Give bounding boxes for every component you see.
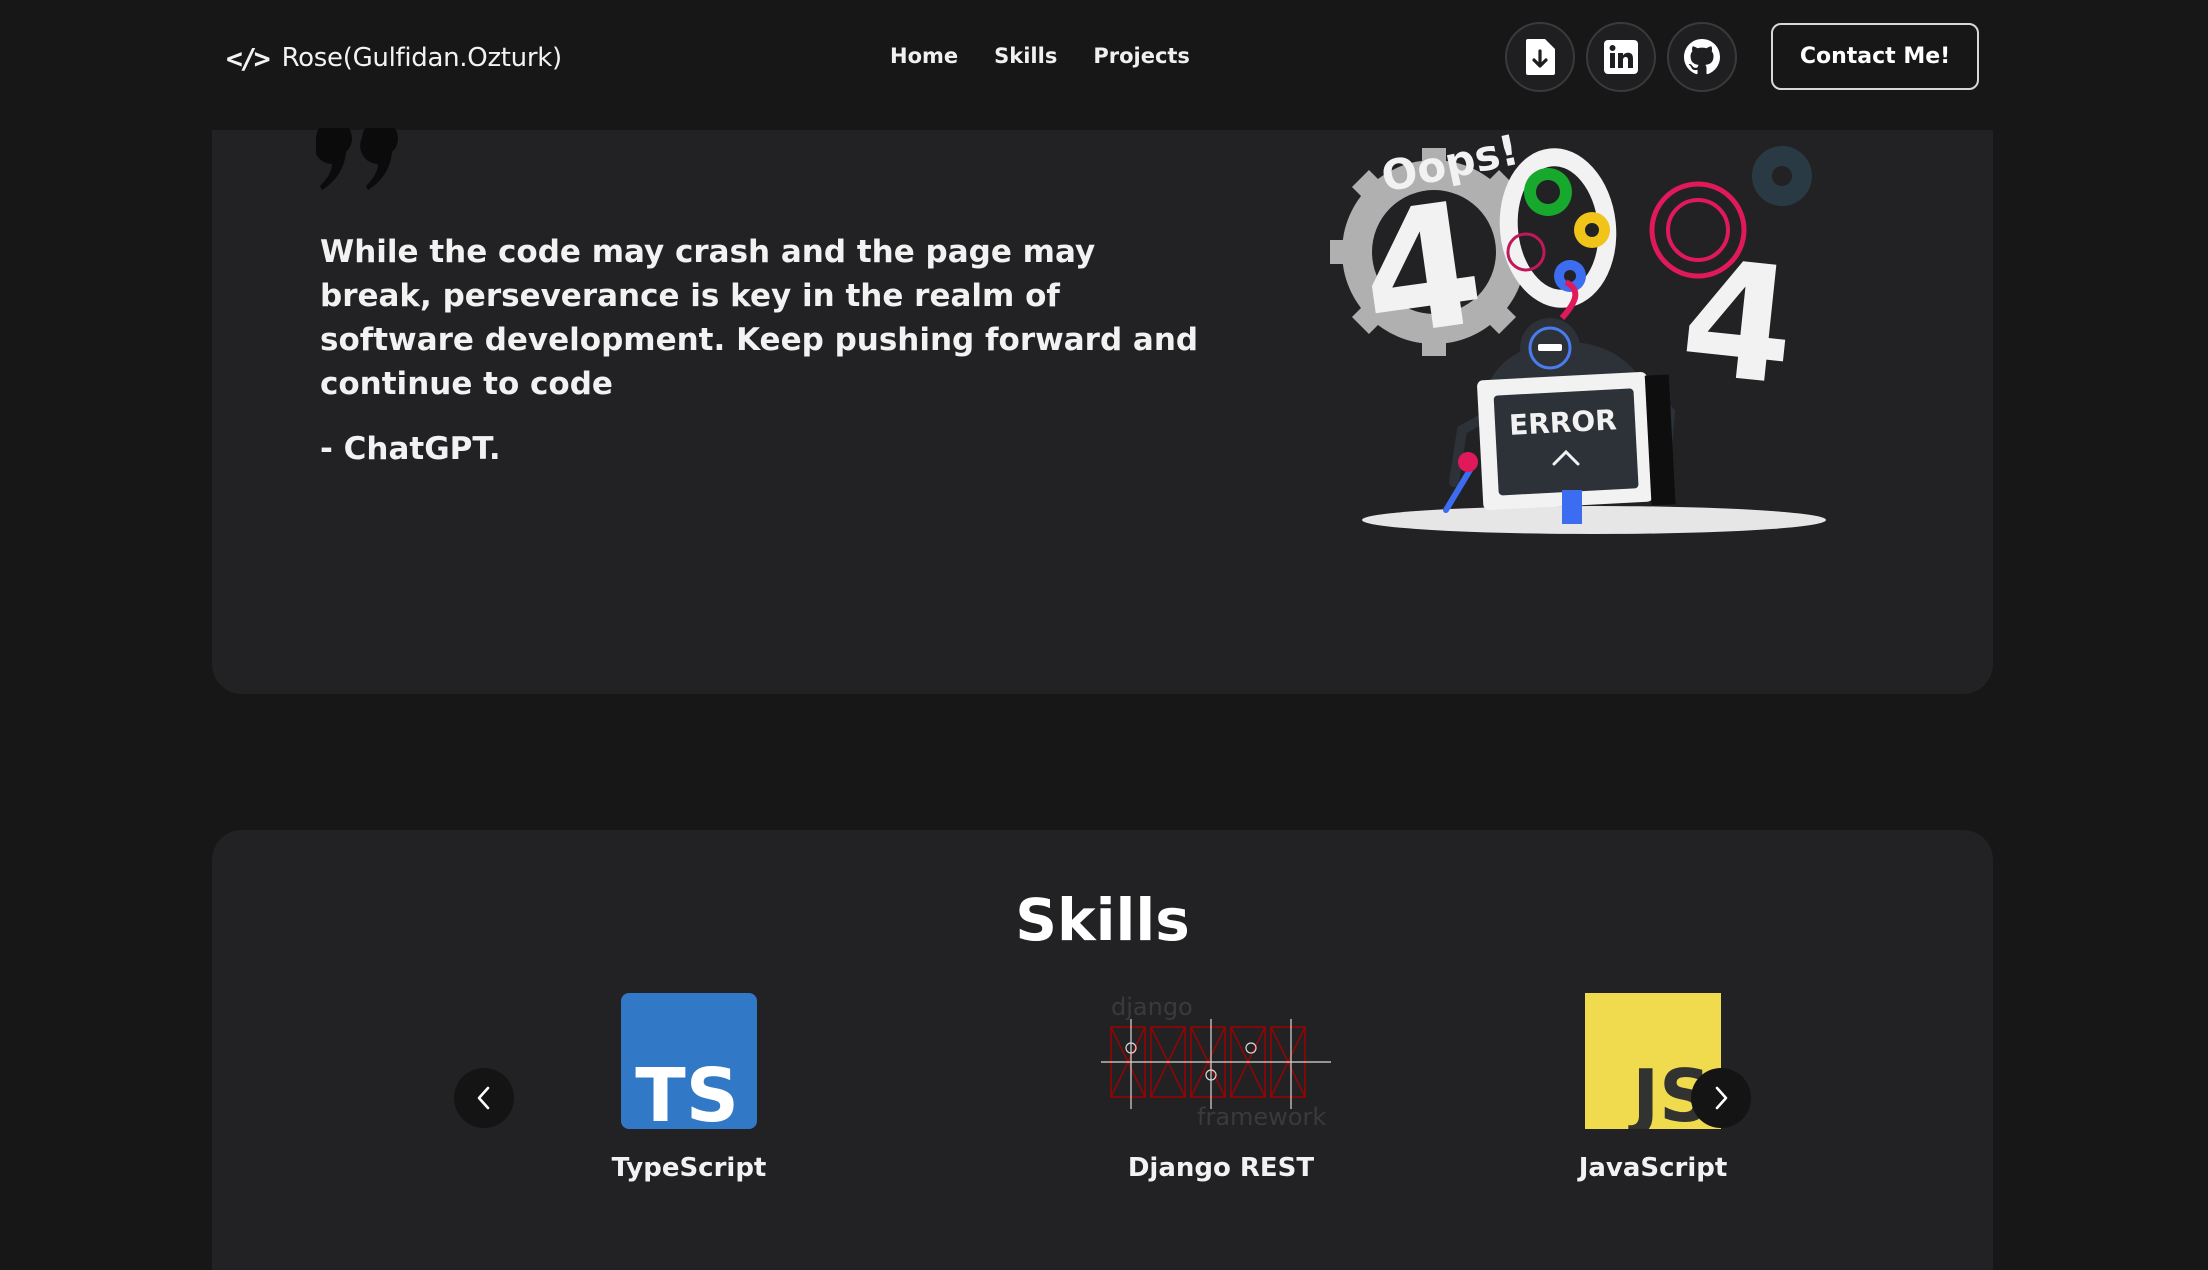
error-404-illustration: 4 4 ERROR Oops! bbox=[1330, 130, 1826, 534]
svg-text:ERROR: ERROR bbox=[1508, 403, 1617, 442]
django-rest-logo-icon: django framework bbox=[1101, 993, 1331, 1129]
svg-text:framework: framework bbox=[1197, 1103, 1326, 1129]
code-brackets-icon: </> bbox=[226, 41, 271, 75]
svg-text:4: 4 bbox=[1673, 223, 1803, 421]
nav-link-home[interactable]: Home bbox=[890, 44, 958, 68]
quote-mark-icon bbox=[316, 128, 398, 190]
nav-link-projects[interactable]: Projects bbox=[1093, 44, 1190, 68]
dark-gear-icon bbox=[1752, 146, 1812, 206]
skills-title: Skills bbox=[1015, 886, 1190, 954]
skill-label: JavaScript bbox=[1578, 1153, 1728, 1183]
quote-text: While the code may crash and the page ma… bbox=[320, 234, 1199, 402]
skill-label: TypeScript bbox=[611, 1153, 767, 1183]
svg-text:django: django bbox=[1111, 993, 1193, 1021]
skill-label: Django REST bbox=[1127, 1153, 1315, 1183]
github-icon bbox=[1684, 39, 1720, 75]
brand-logo[interactable]: </> Rose(Gulfidan.Ozturk) bbox=[226, 38, 562, 78]
navbar: </> Rose(Gulfidan.Ozturk) Home Skills Pr… bbox=[0, 0, 2208, 130]
skill-item-typescript: TS TypeScript bbox=[569, 993, 809, 1193]
quote-author: - ChatGPT. bbox=[320, 431, 501, 467]
nav-links: Home Skills Projects bbox=[890, 36, 1190, 76]
carousel-prev-button[interactable] bbox=[454, 1068, 514, 1128]
typescript-logo-icon: TS bbox=[621, 993, 757, 1129]
download-resume-button[interactable] bbox=[1505, 22, 1575, 92]
download-resume-icon bbox=[1526, 39, 1555, 75]
linkedin-icon bbox=[1604, 40, 1638, 74]
brand-name: Rose(Gulfidan.Ozturk) bbox=[281, 43, 563, 73]
contact-me-button[interactable]: Contact Me! bbox=[1771, 23, 1979, 90]
chevron-left-icon bbox=[477, 1086, 490, 1110]
chevron-right-icon bbox=[1715, 1086, 1728, 1110]
quote-section: While the code may crash and the page ma… bbox=[212, 128, 1993, 694]
skills-section: Skills TS TypeScript django framework Dj… bbox=[212, 830, 1993, 1270]
nav-link-skills[interactable]: Skills bbox=[994, 44, 1057, 68]
skill-item-django-rest: django framework Django REST bbox=[1101, 993, 1341, 1193]
carousel-next-button[interactable] bbox=[1691, 1068, 1751, 1128]
linkedin-button[interactable] bbox=[1586, 22, 1656, 92]
svg-text:TS: TS bbox=[635, 1053, 739, 1129]
github-button[interactable] bbox=[1667, 22, 1737, 92]
